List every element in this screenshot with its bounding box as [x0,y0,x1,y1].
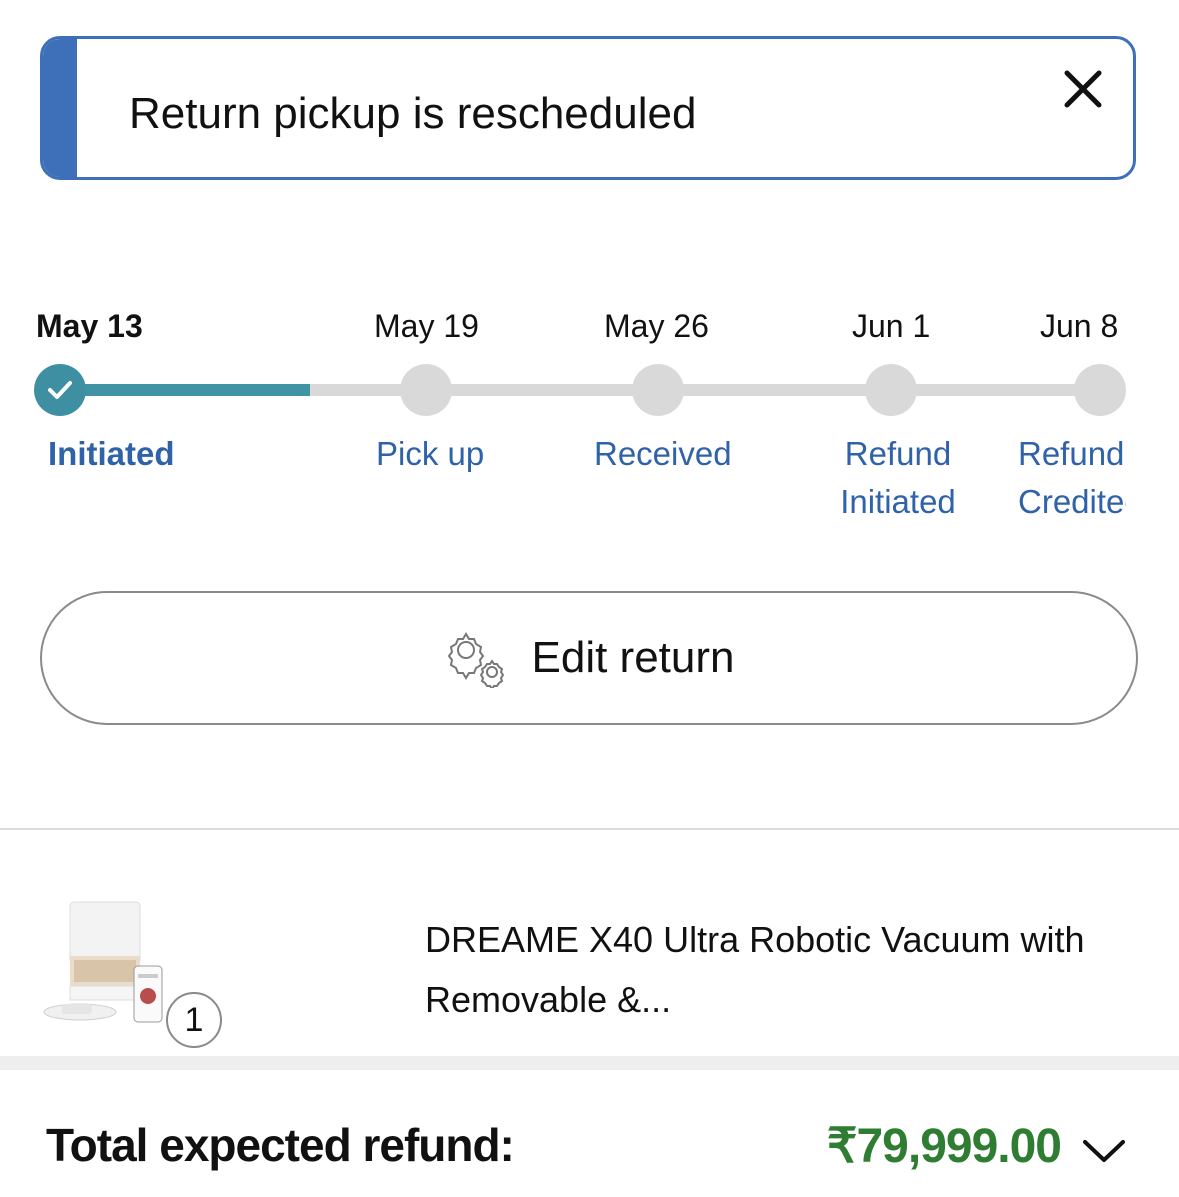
total-refund-label: Total expected refund: [46,1119,515,1171]
step-label-refund-initiated-line2: Initiated [840,483,956,520]
total-refund-amount: ₹79,999.00 [826,1120,1062,1173]
step-node-received [632,364,684,416]
step-label-refund-credited: Refund Credited [1018,430,1126,526]
step-label-refund-credited-line2: Credited [1018,483,1126,520]
banner-accent-stripe [43,39,77,177]
step-label-refund-credited-line1: Refund [1018,435,1125,472]
checkmark-icon [48,381,72,399]
edit-return-label: Edit return [531,633,735,682]
quantity-badge: 1 [166,992,222,1048]
edit-return-button[interactable]: Edit return [40,591,1138,725]
step-date-refund-credited: Jun 8 [1040,308,1119,344]
product-image[interactable] [40,896,170,1028]
step-label-refund-initiated: Refund Initiated [830,430,966,526]
step-label-initiated: Initiated [48,435,175,472]
section-separator-band [0,1056,1179,1070]
step-node-pickup [400,364,452,416]
step-node-initiated [34,364,86,416]
step-date-initiated: May 13 [36,308,143,344]
step-date-pickup: May 19 [374,308,479,344]
step-label-received: Received [594,435,732,472]
banner-message: Return pickup is rescheduled [129,89,697,138]
step-date-refund-initiated: Jun 1 [852,308,931,344]
gears-icon [447,632,504,688]
progress-track-fill [60,384,310,396]
chevron-down-icon[interactable] [1081,1136,1127,1166]
product-title[interactable]: DREAME X40 Ultra Robotic Vacuum with Rem… [425,910,1105,1030]
step-label-refund-initiated-line1: Refund [844,435,952,472]
reschedule-banner: Return pickup is rescheduled [40,36,1136,180]
step-node-refund-initiated [865,364,917,416]
step-date-received: May 26 [604,308,709,344]
step-label-pickup: Pick up [376,435,485,472]
close-icon[interactable] [1061,67,1105,111]
section-divider [0,828,1179,830]
return-progress-timeline: May 13 May 19 May 26 Jun 1 Jun 8 Initiat… [0,300,1179,540]
step-node-refund-credited [1074,364,1126,416]
